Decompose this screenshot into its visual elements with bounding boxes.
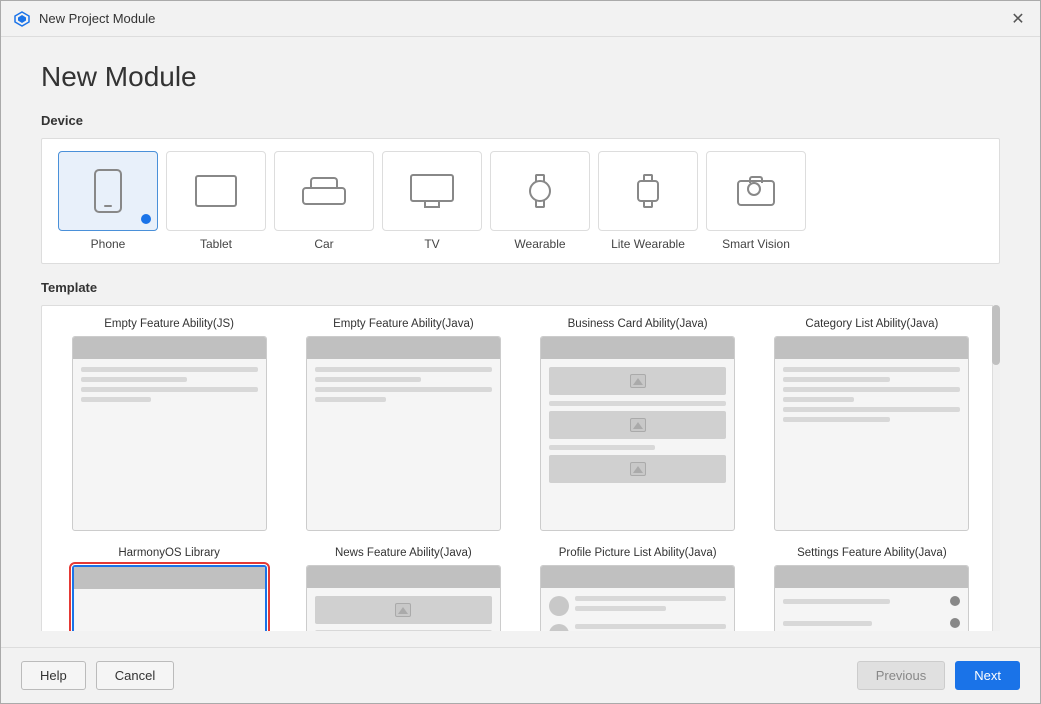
device-item-smart-vision[interactable]: Smart Vision [706, 151, 806, 251]
previous-button[interactable]: Previous [857, 661, 946, 690]
template-section: Empty Feature Ability(JS) [41, 305, 1000, 631]
dialog-body: New Module Device Phone Tabl [1, 37, 1040, 647]
device-label-car: Car [314, 237, 333, 251]
template-section-label: Template [41, 280, 1000, 295]
title-bar: New Project Module ✕ [1, 1, 1040, 37]
template-label-profile-list: Profile Picture List Ability(Java) [559, 547, 717, 559]
device-label-phone: Phone [91, 237, 126, 251]
template-scroll-wrapper: Empty Feature Ability(JS) [41, 305, 1000, 631]
template-item-empty-java[interactable]: Empty Feature Ability(Java) [292, 318, 514, 531]
template-label-harmony-lib: HarmonyOS Library [118, 547, 220, 559]
template-thumb-category-list [774, 336, 969, 531]
device-label-wearable: Wearable [514, 237, 565, 251]
selected-indicator [141, 214, 151, 224]
scrollbar-track [992, 305, 1000, 631]
device-section: Phone Tablet [41, 138, 1000, 264]
template-label-news-feature: News Feature Ability(Java) [335, 547, 472, 559]
template-label-settings: Settings Feature Ability(Java) [797, 547, 947, 559]
device-label-tablet: Tablet [200, 237, 232, 251]
template-item-category-list[interactable]: Category List Ability(Java) [761, 318, 983, 531]
template-grid: Empty Feature Ability(JS) [58, 318, 983, 631]
page-title: New Module [41, 61, 1000, 93]
cancel-button[interactable]: Cancel [96, 661, 174, 690]
device-icon-box-phone [58, 151, 158, 231]
template-item-settings[interactable]: Settings Feature Ability(Java) [761, 547, 983, 631]
template-scroll-area[interactable]: Empty Feature Ability(JS) [41, 305, 1000, 631]
device-icon-box-tablet [166, 151, 266, 231]
device-label-tv: TV [424, 237, 439, 251]
scrollbar-thumb[interactable] [992, 305, 1000, 365]
device-item-wearable[interactable]: Wearable [490, 151, 590, 251]
wearable-icon [529, 174, 551, 208]
template-thumb-empty-java [306, 336, 501, 531]
device-item-lite-wearable[interactable]: Lite Wearable [598, 151, 698, 251]
template-thumb-profile-list [540, 565, 735, 631]
app-logo-icon [13, 10, 31, 28]
template-item-harmony-lib[interactable]: HarmonyOS Library [58, 547, 280, 631]
device-item-tv[interactable]: TV [382, 151, 482, 251]
template-label-business-card: Business Card Ability(Java) [568, 318, 708, 330]
dialog-footer: Help Cancel Previous Next [1, 647, 1040, 703]
tablet-icon [195, 175, 237, 207]
phone-icon [94, 169, 122, 213]
tv-icon [410, 174, 454, 208]
device-item-phone[interactable]: Phone [58, 151, 158, 251]
device-list: Phone Tablet [58, 151, 983, 251]
template-item-news-feature[interactable]: News Feature Ability(Java) [292, 547, 514, 631]
dialog-title: New Project Module [39, 11, 155, 26]
smart-vision-icon [737, 176, 775, 206]
template-thumb-news-feature [306, 565, 501, 631]
device-item-car[interactable]: Car [274, 151, 374, 251]
template-label-empty-java: Empty Feature Ability(Java) [333, 318, 474, 330]
dialog-window: New Project Module ✕ New Module Device P… [0, 0, 1041, 704]
help-button[interactable]: Help [21, 661, 86, 690]
template-item-profile-list[interactable]: Profile Picture List Ability(Java) [527, 547, 749, 631]
template-label-empty-js: Empty Feature Ability(JS) [104, 318, 234, 330]
device-icon-box-lite-wearable [598, 151, 698, 231]
device-item-tablet[interactable]: Tablet [166, 151, 266, 251]
template-thumb-harmony-lib [72, 565, 267, 631]
lite-wearable-icon [637, 174, 659, 208]
car-icon [302, 177, 346, 205]
close-button[interactable]: ✕ [1008, 9, 1028, 29]
footer-left-buttons: Help Cancel [21, 661, 174, 690]
device-label-lite-wearable: Lite Wearable [611, 237, 685, 251]
template-label-category-list: Category List Ability(Java) [805, 318, 938, 330]
device-icon-box-tv [382, 151, 482, 231]
template-thumb-business-card [540, 336, 735, 531]
footer-right-buttons: Previous Next [857, 661, 1020, 690]
device-icon-box-wearable [490, 151, 590, 231]
device-icon-box-smart-vision [706, 151, 806, 231]
template-thumb-empty-js [72, 336, 267, 531]
device-section-label: Device [41, 113, 1000, 128]
template-item-business-card[interactable]: Business Card Ability(Java) [527, 318, 749, 531]
device-label-smart-vision: Smart Vision [722, 237, 790, 251]
title-bar-left: New Project Module [13, 10, 155, 28]
device-icon-box-car [274, 151, 374, 231]
next-button[interactable]: Next [955, 661, 1020, 690]
template-item-empty-js[interactable]: Empty Feature Ability(JS) [58, 318, 280, 531]
template-thumb-settings [774, 565, 969, 631]
